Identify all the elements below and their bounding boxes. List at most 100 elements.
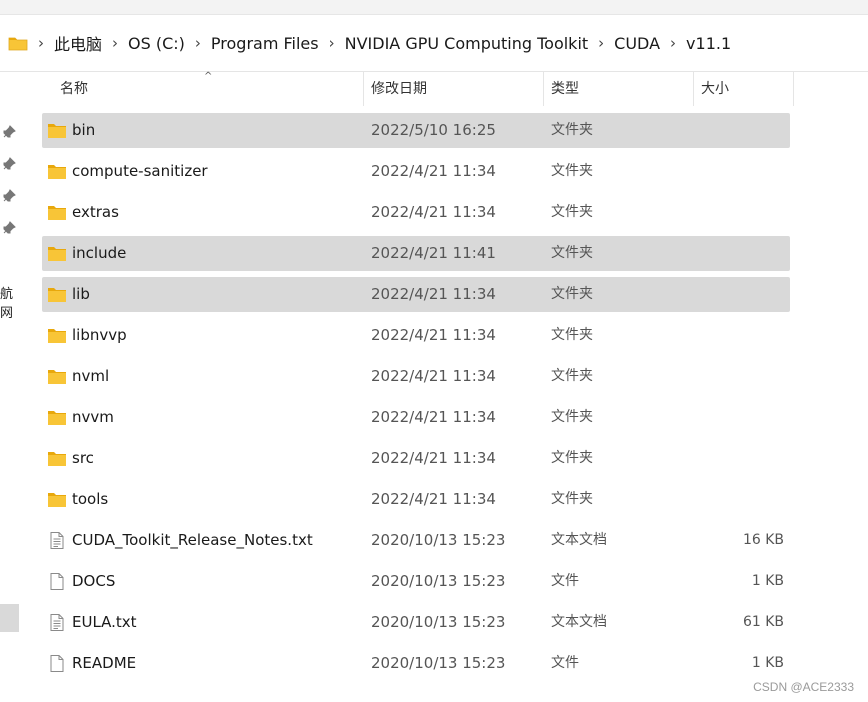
file-type: 文件夹	[551, 163, 593, 179]
file-list: bin 2022/5/10 16:25 文件夹 compute-sanitizer 20…	[42, 113, 790, 687]
file-type: 文本文档	[551, 532, 607, 548]
chevron-right-icon[interactable]: ›	[323, 34, 341, 52]
navigation-pane: 航网	[0, 72, 22, 702]
file-type: 文件夹	[551, 204, 593, 220]
file-name[interactable]: src	[72, 441, 94, 476]
column-header-name[interactable]: 名称	[60, 72, 88, 106]
file-icon	[47, 655, 67, 672]
file-row[interactable]: tools 2022/4/21 11:34 文件夹	[42, 482, 790, 517]
pin-icon[interactable]	[2, 124, 16, 138]
file-date: 2022/4/21 11:34	[371, 203, 496, 221]
pin-icon[interactable]	[2, 188, 16, 202]
file-row[interactable]: include 2022/4/21 11:41 文件夹	[42, 236, 790, 271]
file-row[interactable]: nvml 2022/4/21 11:34 文件夹	[42, 359, 790, 394]
text-file-icon	[47, 532, 67, 549]
file-date: 2022/4/21 11:34	[371, 367, 496, 385]
folder-icon	[47, 327, 67, 344]
column-divider[interactable]	[693, 72, 694, 106]
file-type: 文件	[551, 655, 579, 671]
column-divider[interactable]	[363, 72, 364, 106]
file-type: 文本文档	[551, 614, 607, 630]
file-name[interactable]: libnvvp	[72, 318, 127, 353]
file-name[interactable]: CUDA_Toolkit_Release_Notes.txt	[72, 523, 313, 558]
file-date: 2022/5/10 16:25	[371, 121, 496, 139]
folder-icon	[47, 122, 67, 139]
file-type: 文件夹	[551, 327, 593, 343]
file-name[interactable]: DOCS	[72, 564, 115, 599]
file-date: 2022/4/21 11:34	[371, 162, 496, 180]
column-divider[interactable]	[543, 72, 544, 106]
chevron-right-icon[interactable]: ›	[664, 34, 682, 52]
folder-icon	[47, 491, 67, 508]
column-header-type[interactable]: 类型	[551, 72, 579, 106]
file-type: 文件夹	[551, 245, 593, 261]
file-date: 2022/4/21 11:34	[371, 490, 496, 508]
file-name[interactable]: EULA.txt	[72, 605, 137, 640]
file-size: 1 KB	[751, 573, 784, 589]
file-type: 文件夹	[551, 286, 593, 302]
breadcrumb-item[interactable]: CUDA	[614, 34, 660, 53]
column-header-size[interactable]: 大小	[701, 72, 729, 106]
chevron-right-icon[interactable]: ›	[32, 34, 50, 52]
file-type: 文件夹	[551, 409, 593, 425]
file-type: 文件夹	[551, 491, 593, 507]
folder-icon	[47, 286, 67, 303]
file-row[interactable]: extras 2022/4/21 11:34 文件夹	[42, 195, 790, 230]
folder-icon	[8, 35, 28, 51]
chevron-right-icon[interactable]: ›	[592, 34, 610, 52]
file-date: 2020/10/13 15:23	[371, 531, 506, 549]
folder-icon	[47, 204, 67, 221]
folder-icon	[47, 450, 67, 467]
file-size: 1 KB	[751, 655, 784, 671]
file-row[interactable]: libnvvp 2022/4/21 11:34 文件夹	[42, 318, 790, 353]
breadcrumb-item[interactable]: v11.1	[686, 34, 731, 53]
file-row[interactable]: lib 2022/4/21 11:34 文件夹	[42, 277, 790, 312]
file-name[interactable]: nvvm	[72, 400, 114, 435]
breadcrumb-item[interactable]: OS (C:)	[128, 34, 185, 53]
nav-item-label[interactable]: 航网	[0, 283, 22, 321]
file-name[interactable]: extras	[72, 195, 119, 230]
file-type: 文件夹	[551, 450, 593, 466]
file-row[interactable]: nvvm 2022/4/21 11:34 文件夹	[42, 400, 790, 435]
column-header-date[interactable]: 修改日期	[371, 72, 427, 106]
folder-icon	[47, 245, 67, 262]
file-row[interactable]: DOCS 2020/10/13 15:23 文件 1 KB	[42, 564, 790, 599]
sort-ascending-icon[interactable]: ^	[204, 72, 212, 82]
folder-icon	[47, 409, 67, 426]
file-row[interactable]: README 2020/10/13 15:23 文件 1 KB	[42, 646, 790, 681]
breadcrumb-item[interactable]: NVIDIA GPU Computing Toolkit	[345, 34, 589, 53]
breadcrumb-item[interactable]: 此电脑	[54, 31, 102, 55]
file-row[interactable]: src 2022/4/21 11:34 文件夹	[42, 441, 790, 476]
file-size: 61 KB	[742, 614, 784, 630]
file-name[interactable]: compute-sanitizer	[72, 154, 208, 189]
column-header-row: ^ 名称 修改日期 类型 大小	[42, 72, 794, 106]
file-date: 2022/4/21 11:34	[371, 326, 496, 344]
file-row[interactable]: CUDA_Toolkit_Release_Notes.txt 2020/10/13…	[42, 523, 790, 558]
pin-icon[interactable]	[2, 156, 16, 170]
file-row[interactable]: EULA.txt 2020/10/13 15:23 文本文档 61 KB	[42, 605, 790, 640]
file-date: 2022/4/21 11:34	[371, 285, 496, 303]
watermark: CSDN @ACE2333	[753, 680, 854, 694]
file-name[interactable]: lib	[72, 277, 90, 312]
chevron-right-icon[interactable]: ›	[189, 34, 207, 52]
file-row[interactable]: bin 2022/5/10 16:25 文件夹	[42, 113, 790, 148]
file-date: 2020/10/13 15:23	[371, 572, 506, 590]
folder-icon	[47, 368, 67, 385]
file-name[interactable]: README	[72, 646, 136, 681]
file-name[interactable]: bin	[72, 113, 95, 148]
file-date: 2020/10/13 15:23	[371, 613, 506, 631]
nav-item-selected[interactable]	[0, 604, 19, 632]
file-date: 2020/10/13 15:23	[371, 654, 506, 672]
column-divider[interactable]	[793, 72, 794, 106]
chevron-right-icon[interactable]: ›	[106, 34, 124, 52]
file-type: 文件夹	[551, 122, 593, 138]
address-bar[interactable]: › 此电脑 › OS (C:) › Program Files › NVIDIA GPU Co…	[0, 15, 868, 72]
file-type: 文件夹	[551, 368, 593, 384]
file-row[interactable]: compute-sanitizer 2022/4/21 11:34 文件夹	[42, 154, 790, 189]
file-name[interactable]: nvml	[72, 359, 109, 394]
file-name[interactable]: tools	[72, 482, 108, 517]
file-icon	[47, 573, 67, 590]
breadcrumb-item[interactable]: Program Files	[211, 34, 319, 53]
pin-icon[interactable]	[2, 220, 16, 234]
file-name[interactable]: include	[72, 236, 126, 271]
